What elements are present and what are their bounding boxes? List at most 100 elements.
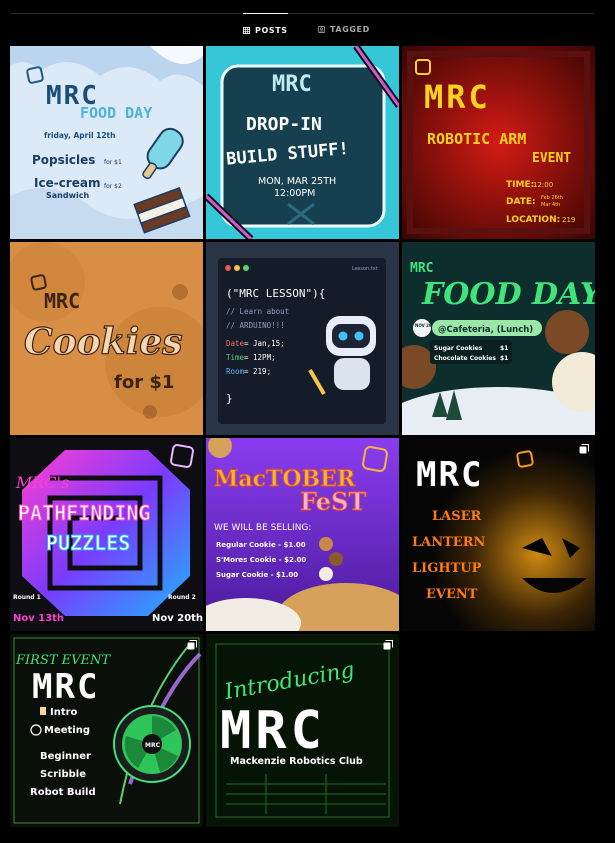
post-item-1: Popsicles — [32, 153, 95, 167]
post-round-1: Round 1 — [13, 594, 41, 601]
post-brand: MRC — [410, 261, 433, 276]
post-robotic-arm[interactable]: MRC ROBOTIC ARM EVENT TIME: 12:00 DATE: … — [402, 46, 595, 239]
post-title-2: FeST — [300, 487, 366, 516]
post-image: Introducing MRC Mackenzie Robotics Club — [206, 634, 399, 827]
post-item-4: Scribble — [40, 769, 86, 780]
code-line-3: // ARDUINO!!! — [226, 321, 285, 330]
profile-tabs: POSTS TAGGED — [0, 13, 594, 45]
post-line-2: PUZZLES — [46, 531, 130, 555]
post-title: FOOD DAY — [421, 277, 595, 312]
post-date: MON, MAR 25TH — [258, 176, 336, 187]
post-item-1-price: $1 — [500, 345, 508, 352]
post-cookies[interactable]: MRC Cookies for $1 — [10, 242, 203, 435]
code-line-7: } — [226, 392, 233, 405]
post-food-day-popsicles[interactable]: MRC FOOD DAY friday, April 12th Popsicle… — [10, 46, 203, 239]
post-time-value: 12:00 — [533, 181, 553, 189]
post-title: FOOD DAY — [80, 104, 152, 122]
post-date-1: Nov 13th — [13, 613, 64, 624]
post-date-label: DATE: — [506, 197, 536, 207]
post-drop-in-build[interactable]: MRC DROP-IN BUILD STUFF! MON, MAR 25TH 1… — [206, 46, 399, 239]
post-item-3: Sugar Cookie - $1.00 — [216, 571, 298, 579]
post-item-2: Chocolate Cookies — [434, 355, 496, 362]
post-round-2: Round 2 — [168, 594, 196, 601]
post-item-3: Beginner — [40, 751, 91, 762]
post-pathfinding-puzzles[interactable]: MRC's PATHFINDING PUZZLES Round 1 Round … — [10, 438, 203, 631]
fan-label: MRC — [145, 742, 161, 749]
cookie-icon — [329, 552, 343, 566]
post-image: MRC FOOD DAY NOV 29th @Cafeteria, (Lunch… — [402, 242, 595, 435]
code-line-2: // Learn about — [226, 307, 289, 316]
post-food-day-cookies[interactable]: MRC FOOD DAY NOV 29th @Cafeteria, (Lunch… — [402, 242, 595, 435]
post-line-1: ROBOTIC ARM — [427, 130, 526, 148]
post-laser-lantern[interactable]: MRC LASER LANTERN LIGHTUP EVENT — [402, 438, 595, 631]
post-brand: MRC — [424, 78, 491, 116]
post-image: Lesson.txt ("MRC LESSON"){ // Learn abou… — [206, 242, 399, 435]
post-location: @Cafeteria, (Lunch) — [438, 325, 533, 335]
code-line-4-key: Date — [226, 339, 245, 348]
code-line-1: ("MRC LESSON"){ — [226, 287, 325, 300]
carousel-icon — [383, 640, 393, 650]
tab-posts[interactable]: POSTS — [243, 13, 288, 46]
code-line-6-value: = 219; — [244, 367, 271, 376]
post-brand: MRC — [32, 667, 99, 707]
tab-tagged[interactable]: TAGGED — [318, 13, 370, 45]
post-image: MacTOBER FeST WE WILL BE SELLING: Regula… — [206, 438, 399, 631]
post-line-4: EVENT — [426, 587, 478, 602]
post-item-2b: Sandwich — [46, 191, 89, 200]
post-line-2: EVENT — [532, 151, 571, 166]
post-first-event[interactable]: FIRST EVENT MRC Intro Meeting Beginner S… — [10, 634, 203, 827]
post-line-1: PATHFINDING — [18, 501, 150, 525]
tag-person-icon — [318, 25, 325, 33]
post-brand: MRC — [44, 289, 80, 313]
tab-tagged-label: TAGGED — [330, 24, 370, 34]
post-club-name: Mackenzie Robotics Club — [230, 756, 363, 767]
post-mactober-fest[interactable]: MacTOBER FeST WE WILL BE SELLING: Regula… — [206, 438, 399, 631]
post-item-2: Meeting — [44, 725, 90, 736]
cookie-icon — [319, 567, 333, 581]
post-brand: MRC — [416, 455, 483, 495]
carousel-icon — [579, 444, 589, 454]
post-image: MRC FOOD DAY friday, April 12th Popsicle… — [10, 46, 203, 239]
post-image: MRC LASER LANTERN LIGHTUP EVENT — [402, 438, 595, 631]
post-line-2: LANTERN — [412, 535, 485, 550]
post-image: FIRST EVENT MRC Intro Meeting Beginner S… — [10, 634, 203, 827]
post-line-1: DROP-IN — [246, 114, 322, 135]
post-date: friday, April 12th — [44, 131, 115, 140]
carousel-icon — [187, 640, 197, 650]
post-line-1: LASER — [432, 509, 482, 524]
post-item-2: S'Mores Cookie - $2.00 — [216, 556, 306, 564]
tab-posts-label: POSTS — [255, 25, 288, 35]
code-line-4-value: = Jan,15; — [244, 339, 285, 348]
post-location-value: 219 — [562, 216, 575, 224]
post-mrc-lesson[interactable]: Lesson.txt ("MRC LESSON"){ // Learn abou… — [206, 242, 399, 435]
post-item-2a: Ice-cream — [34, 176, 100, 190]
post-brand: MRC — [220, 701, 326, 761]
post-date-2: Nov 20th — [152, 613, 203, 624]
post-location-label: LOCATION: — [506, 215, 560, 225]
grid-icon — [243, 26, 250, 34]
code-line-6-key: Room — [226, 367, 245, 376]
post-date-value-1: Feb 26th — [541, 195, 563, 201]
post-item-1-price: for $1 — [104, 159, 122, 166]
post-item-1: Intro — [50, 707, 78, 718]
post-item-2-price: $1 — [500, 355, 508, 362]
post-kicker: FIRST EVENT — [15, 653, 111, 668]
post-time: 12:00PM — [274, 188, 315, 199]
post-price: for $1 — [114, 372, 174, 393]
post-introducing-mrc[interactable]: Introducing MRC Mackenzie Robotics Club — [206, 634, 399, 827]
post-brand: MRC's — [15, 473, 69, 492]
cookie-icon — [319, 537, 333, 551]
post-item-1: Sugar Cookies — [434, 345, 483, 352]
code-line-5-key: Time — [226, 353, 245, 362]
post-title: Cookies — [24, 321, 182, 363]
post-item-2-price: for $2 — [104, 183, 122, 190]
post-image: MRC Cookies for $1 — [10, 242, 203, 435]
post-file-name: Lesson.txt — [352, 266, 378, 272]
post-image: MRC DROP-IN BUILD STUFF! MON, MAR 25TH 1… — [206, 46, 399, 239]
fan-icon: MRC — [113, 705, 191, 783]
post-item-5: Robot Build — [30, 787, 96, 798]
post-image: MRC's PATHFINDING PUZZLES Round 1 Round … — [10, 438, 203, 631]
code-line-5-value: = 12PM; — [244, 353, 276, 362]
post-brand: MRC — [272, 72, 312, 97]
post-item-1: Regular Cookie - $1.00 — [216, 541, 306, 549]
